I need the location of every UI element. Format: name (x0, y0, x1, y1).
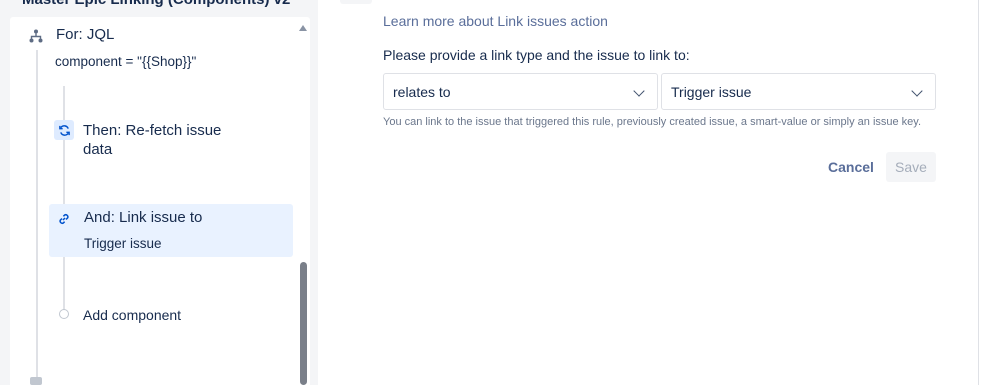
refetch-step-title[interactable]: Then: Re-fetch issue data (83, 121, 243, 159)
add-component-button[interactable]: Add component (83, 307, 181, 323)
link-icon (54, 209, 74, 229)
chevron-down-icon (633, 85, 645, 97)
rule-flow-line (36, 50, 38, 385)
for-jql-step-query: component = "{{Shop}}" (55, 54, 197, 69)
learn-more-link[interactable]: Learn more about Link issues action (383, 13, 608, 29)
for-jql-step-title[interactable]: For: JQL (56, 26, 114, 43)
rule-title: Master Epic Linking (Components) v2 (22, 0, 290, 8)
link-issue-step-target: Trigger issue (84, 236, 162, 251)
branch-icon (26, 26, 46, 46)
link-type-select[interactable]: relates to (383, 73, 658, 110)
next-node-icon (30, 377, 42, 385)
refresh-icon (54, 120, 74, 140)
issue-select[interactable]: Trigger issue (661, 73, 936, 110)
issue-value: Trigger issue (671, 83, 752, 100)
panel-divider (978, 0, 979, 385)
link-prompt-label: Please provide a link type and the issue… (383, 47, 690, 63)
save-button[interactable]: Save (886, 152, 936, 182)
add-component-node-icon (59, 309, 69, 319)
help-text: You can link to the issue that triggered… (383, 116, 922, 128)
chevron-down-icon (911, 85, 923, 97)
panel-tab (340, 0, 372, 4)
link-type-value: relates to (393, 83, 451, 100)
scrollbar-thumb[interactable] (300, 262, 307, 385)
cancel-button[interactable]: Cancel (821, 152, 881, 182)
link-issue-step-title[interactable]: And: Link issue to (84, 209, 202, 226)
scroll-up-arrow-icon[interactable] (299, 25, 307, 31)
rule-steps-panel (10, 17, 310, 385)
